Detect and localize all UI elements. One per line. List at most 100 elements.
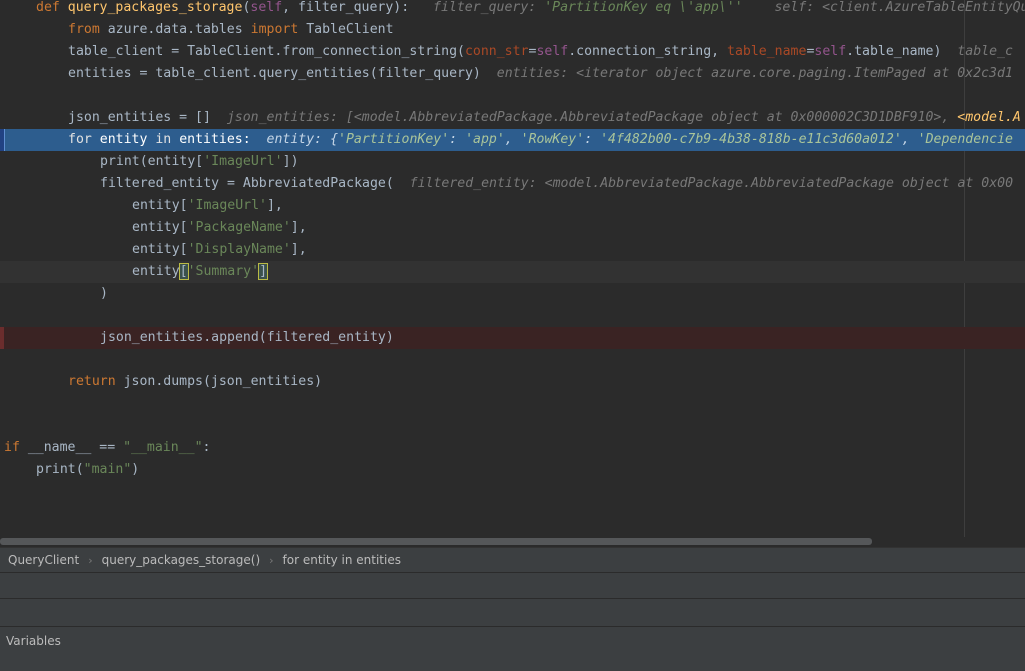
code-text: entity[ [132,220,188,235]
keyword-for: for [68,132,92,147]
horizontal-scrollbar[interactable] [0,537,1025,546]
code-text: ], [266,198,283,213]
variables-label: Variables [6,634,61,648]
string-literal: 'Summary' [187,264,260,279]
scrollbar-thumb[interactable] [0,538,872,545]
breadcrumb-item-function[interactable]: query_packages_storage() [102,553,261,567]
code-line-close-paren[interactable]: ) [0,283,1025,305]
string-literal: 'ImageUrl' [187,198,267,213]
string-literal: "__main__" [123,440,203,455]
keyword-return: return [68,374,116,389]
code-text: .table_name) [846,44,942,59]
hint-text: entity: { [266,132,339,147]
code-line-json-entities[interactable]: json_entities = [] json_entities: [<mode… [0,107,1025,129]
variables-panel-header[interactable]: Variables [0,626,1025,656]
code-text: entity[ [132,198,188,213]
code-text: .connection_string, [568,44,728,59]
code-text: ], [290,220,307,235]
string-literal: 'ImageUrl' [203,154,283,169]
self-token: self [536,44,569,59]
code-line-return[interactable]: return json.dumps(json_entities) [0,371,1025,393]
hint-string: 'PartitionKey eq \'app\'' [544,0,743,15]
code-text: entity [91,132,156,147]
code-text: print(entity[ [100,154,204,169]
hint-text: : [449,132,466,147]
code-line-entities[interactable]: entities = table_client.query_entities(f… [0,63,1025,85]
code-text: json_entities.append(filtered_entity) [100,330,394,345]
code-line-table-client[interactable]: table_client = TableClient.from_connecti… [0,41,1025,63]
code-text: __name__ == [19,440,124,455]
inline-debug-hint: json_entities: [<model.AbbreviatedPackag… [227,110,1021,125]
variables-panel-body [0,656,1025,671]
hint-string: 'Dependencie [917,132,1013,147]
string-literal: 'DisplayName' [187,242,291,257]
self-token: self [250,0,283,15]
debug-frames-row [0,598,1025,626]
code-text: TableClient [298,22,394,37]
inline-debug-hint: table_c [957,44,1013,59]
function-name: query_packages_storage [67,0,243,15]
code-text: , filter_query): [282,0,410,15]
hint-text: , [504,132,521,147]
code-line-import[interactable]: from azure.data.tables import TableClien… [0,19,1025,41]
code-line-append-breakpoint[interactable]: json_entities.append(filtered_entity) [0,327,1025,349]
code-text: table_client = TableClient.from_connecti… [68,44,465,59]
keyword-from: from [68,22,100,37]
breadcrumb-separator-icon: › [88,553,93,567]
inline-debug-hint: filter_query: 'PartitionKey eq \'app\'' … [433,0,1025,15]
code-text: azure.data.tables [99,22,251,37]
inline-debug-hint: entity: {'PartitionKey': 'app', 'RowKey'… [267,132,1013,147]
hint-string: '4f482b00-c7b9-4b38-818b-e11c3d60a012' [600,132,902,147]
hint-string: 'app' [465,132,505,147]
hint-text: , [901,132,918,147]
code-line-filtered-entity[interactable]: filtered_entity = AbbreviatedPackage( fi… [0,173,1025,195]
code-line-arg-imageurl[interactable]: entity['ImageUrl'], [0,195,1025,217]
code-line-def[interactable]: def query_packages_storage(self, filter_… [0,0,1025,19]
param-name: conn_str [464,44,529,59]
code-line-arg-summary[interactable]: entity['Summary'] [0,261,1025,283]
breadcrumb-item-class[interactable]: QueryClient [8,553,79,567]
debug-toolbar-row [0,572,1025,598]
hint-text: self: <client.AzureTableEntityQu [774,0,1025,15]
code-text: ]) [282,154,299,169]
code-text: entity[ [132,242,188,257]
keyword-import: import [250,22,299,37]
hint-string: 'RowKey' [520,132,585,147]
hint-string: 'PartitionKey' [338,132,450,147]
code-text: ) [100,286,108,301]
code-text: entity [132,264,180,279]
execution-point-marker [0,129,5,151]
keyword-in: in [155,132,172,147]
breakpoint-marker[interactable] [0,327,4,349]
hint-text: json_entities: [<model.AbbreviatedPackag… [226,110,958,125]
code-text: ], [290,242,307,257]
code-text: entities = table_client.query_entities(f… [68,66,481,81]
breadcrumb: QueryClient › query_packages_storage() ›… [0,547,1025,572]
breadcrumb-item-loop[interactable]: for entity in entities [283,553,401,567]
string-literal: 'PackageName' [187,220,291,235]
code-text: entities: [171,132,251,147]
inline-debug-hint: filtered_entity: <model.AbbreviatedPacka… [409,176,1014,191]
breadcrumb-separator-icon: › [269,553,274,567]
code-line-arg-packagename[interactable]: entity['PackageName'], [0,217,1025,239]
keyword-def: def [36,0,68,15]
code-line-for-execution-point[interactable]: for entity in entities: entity: {'Partit… [0,129,1025,151]
code-line-print-main[interactable]: print("main") [0,459,1025,481]
string-literal: "main" [83,462,132,477]
inline-debug-hint: entities: <iterator object azure.core.pa… [496,66,1013,81]
code-line-arg-displayname[interactable]: entity['DisplayName'], [0,239,1025,261]
code-text: ) [131,462,140,477]
self-token: self [814,44,847,59]
matched-bracket: ] [258,263,269,280]
code-line-if-main[interactable]: if __name__ == "__main__": [0,437,1025,459]
code-editor[interactable]: def query_packages_storage(self, filter_… [0,0,1025,546]
code-text: json_entities = [] [68,110,211,125]
code-text: filtered_entity = AbbreviatedPackage( [100,176,394,191]
hint-text: : [584,132,601,147]
param-name: table_name [727,44,807,59]
code-text: json.dumps(json_entities) [115,374,323,389]
keyword-if: if [4,440,20,455]
code-line-print[interactable]: print(entity['ImageUrl']) [0,151,1025,173]
code-text: : [202,440,211,455]
code-text: print( [36,462,84,477]
